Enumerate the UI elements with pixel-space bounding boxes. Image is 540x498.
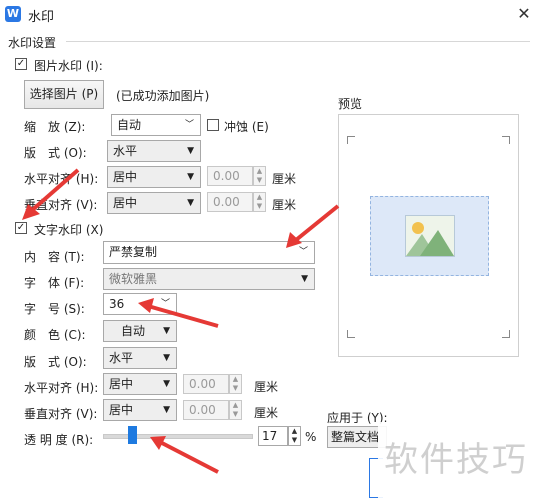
size-combobox[interactable]: 36 ﹀ — [103, 293, 177, 315]
picture-layout-select[interactable]: 水平 ▼ — [107, 140, 201, 162]
watermark-preview-area — [370, 196, 489, 276]
caret-down-icon: ▼ — [163, 379, 170, 389]
font-select[interactable]: 微软雅黑 ▼ — [103, 268, 315, 290]
text-watermark-label: 文字水印 (X) — [34, 223, 104, 237]
picture-watermark-label: 图片水印 (I): — [34, 59, 103, 73]
text-layout-select[interactable]: 水平 ▼ — [103, 347, 177, 369]
picture-valign-label: 垂直对齐 (V): — [24, 198, 98, 212]
caret-down-icon: ▼ — [163, 326, 170, 336]
caret-down-icon: ▼ — [301, 274, 308, 284]
picture-halign-select[interactable]: 居中 ▼ — [107, 166, 201, 188]
picture-halign-unit: 厘米 — [272, 172, 297, 186]
text-halign-value: 居中 — [109, 377, 134, 391]
page-corner-mark — [502, 136, 510, 144]
caret-down-icon: ▼ — [187, 172, 194, 182]
preview-page — [338, 114, 519, 357]
picture-watermark-checkbox[interactable]: ✓ — [15, 58, 27, 70]
text-valign-select[interactable]: 居中 ▼ — [103, 399, 177, 421]
arrow-to-transparency-slider — [150, 436, 219, 474]
group-divider — [66, 41, 530, 42]
text-halign-select[interactable]: 居中 ▼ — [103, 373, 177, 395]
page-corner-mark — [347, 330, 355, 338]
picture-status-text: (已成功添加图片) — [116, 89, 210, 103]
color-value: 自动 — [120, 324, 145, 338]
picture-valign-offset-input[interactable]: 0.00 — [207, 192, 253, 212]
content-label: 内 容 (T): — [24, 250, 85, 264]
size-label: 字 号 (S): — [24, 302, 85, 316]
chevron-down-icon: ﹀ — [184, 120, 194, 130]
picture-valign-unit: 厘米 — [272, 198, 297, 212]
text-halign-label: 水平对齐 (H): — [24, 381, 99, 395]
content-combobox[interactable]: 严禁复制 ﹀ — [103, 241, 315, 264]
page-corner-mark — [347, 136, 355, 144]
text-valign-spinner[interactable]: ▲ ▼ — [229, 400, 242, 420]
text-valign-offset-input[interactable]: 0.00 — [183, 400, 229, 420]
image-placeholder-icon — [405, 215, 455, 257]
text-valign-label: 垂直对齐 (V): — [24, 407, 98, 421]
picture-layout-value: 水平 — [113, 144, 138, 158]
caret-down-icon: ▼ — [187, 146, 194, 156]
color-label: 颜 色 (C): — [24, 328, 86, 342]
size-value: 36 — [109, 297, 125, 311]
chevron-down-icon: ﹀ — [298, 247, 308, 257]
content-value: 严禁复制 — [109, 245, 158, 259]
wps-app-icon: W — [5, 6, 21, 22]
text-layout-label: 版 式 (O): — [24, 355, 87, 369]
window-title: 水印 — [28, 10, 55, 25]
select-picture-button[interactable]: 选择图片 (P) — [24, 80, 104, 109]
text-watermark-checkbox[interactable]: ✓ — [15, 222, 27, 234]
close-icon[interactable]: ✕ — [513, 3, 535, 25]
picture-valign-value: 居中 — [113, 196, 138, 210]
caret-down-icon: ▼ — [163, 405, 170, 415]
scale-value: 自动 — [117, 118, 142, 132]
preview-label: 预览 — [338, 97, 363, 111]
transparency-spinner[interactable]: ▲ ▼ — [288, 426, 301, 446]
picture-halign-offset-input[interactable]: 0.00 — [207, 166, 253, 186]
scale-select[interactable]: 自动 ﹀ — [111, 114, 201, 136]
picture-halign-value: 居中 — [113, 170, 138, 184]
transparency-label: 透 明 度 (R): — [24, 433, 94, 447]
picture-halign-label: 水平对齐 (H): — [24, 172, 99, 186]
font-label: 字 体 (F): — [24, 276, 85, 290]
washout-label: 冲蚀 (E) — [224, 120, 269, 134]
text-layout-value: 水平 — [109, 351, 134, 365]
caret-down-icon: ▼ — [187, 198, 194, 208]
percent-sign: % — [305, 430, 317, 444]
text-valign-value: 居中 — [109, 403, 134, 417]
washout-checkbox[interactable] — [207, 119, 219, 131]
group-title: 水印设置 — [8, 36, 57, 50]
text-halign-offset-input[interactable]: 0.00 — [183, 374, 229, 394]
font-value: 微软雅黑 — [109, 272, 158, 286]
picture-halign-spinner[interactable]: ▲ ▼ — [253, 166, 266, 186]
page-corner-mark — [502, 330, 510, 338]
caret-down-icon: ▼ — [163, 353, 170, 363]
transparency-slider-thumb[interactable] — [128, 426, 138, 444]
transparency-slider-track[interactable] — [103, 434, 253, 439]
picture-valign-select[interactable]: 居中 ▼ — [107, 192, 201, 214]
picture-layout-label: 版 式 (O): — [24, 146, 87, 160]
scale-label: 缩 放 (Z): — [24, 120, 86, 134]
chevron-down-icon: ﹀ — [160, 299, 170, 309]
text-valign-unit: 厘米 — [254, 406, 279, 420]
title-bar — [0, 0, 540, 28]
text-halign-unit: 厘米 — [254, 380, 279, 394]
color-select[interactable]: 自动 ▼ — [103, 320, 177, 342]
transparency-input[interactable]: 17 — [258, 426, 288, 446]
text-halign-spinner[interactable]: ▲ ▼ — [229, 374, 242, 394]
picture-valign-spinner[interactable]: ▲ ▼ — [253, 192, 266, 212]
brand-watermark: 软件技巧 — [384, 440, 528, 480]
